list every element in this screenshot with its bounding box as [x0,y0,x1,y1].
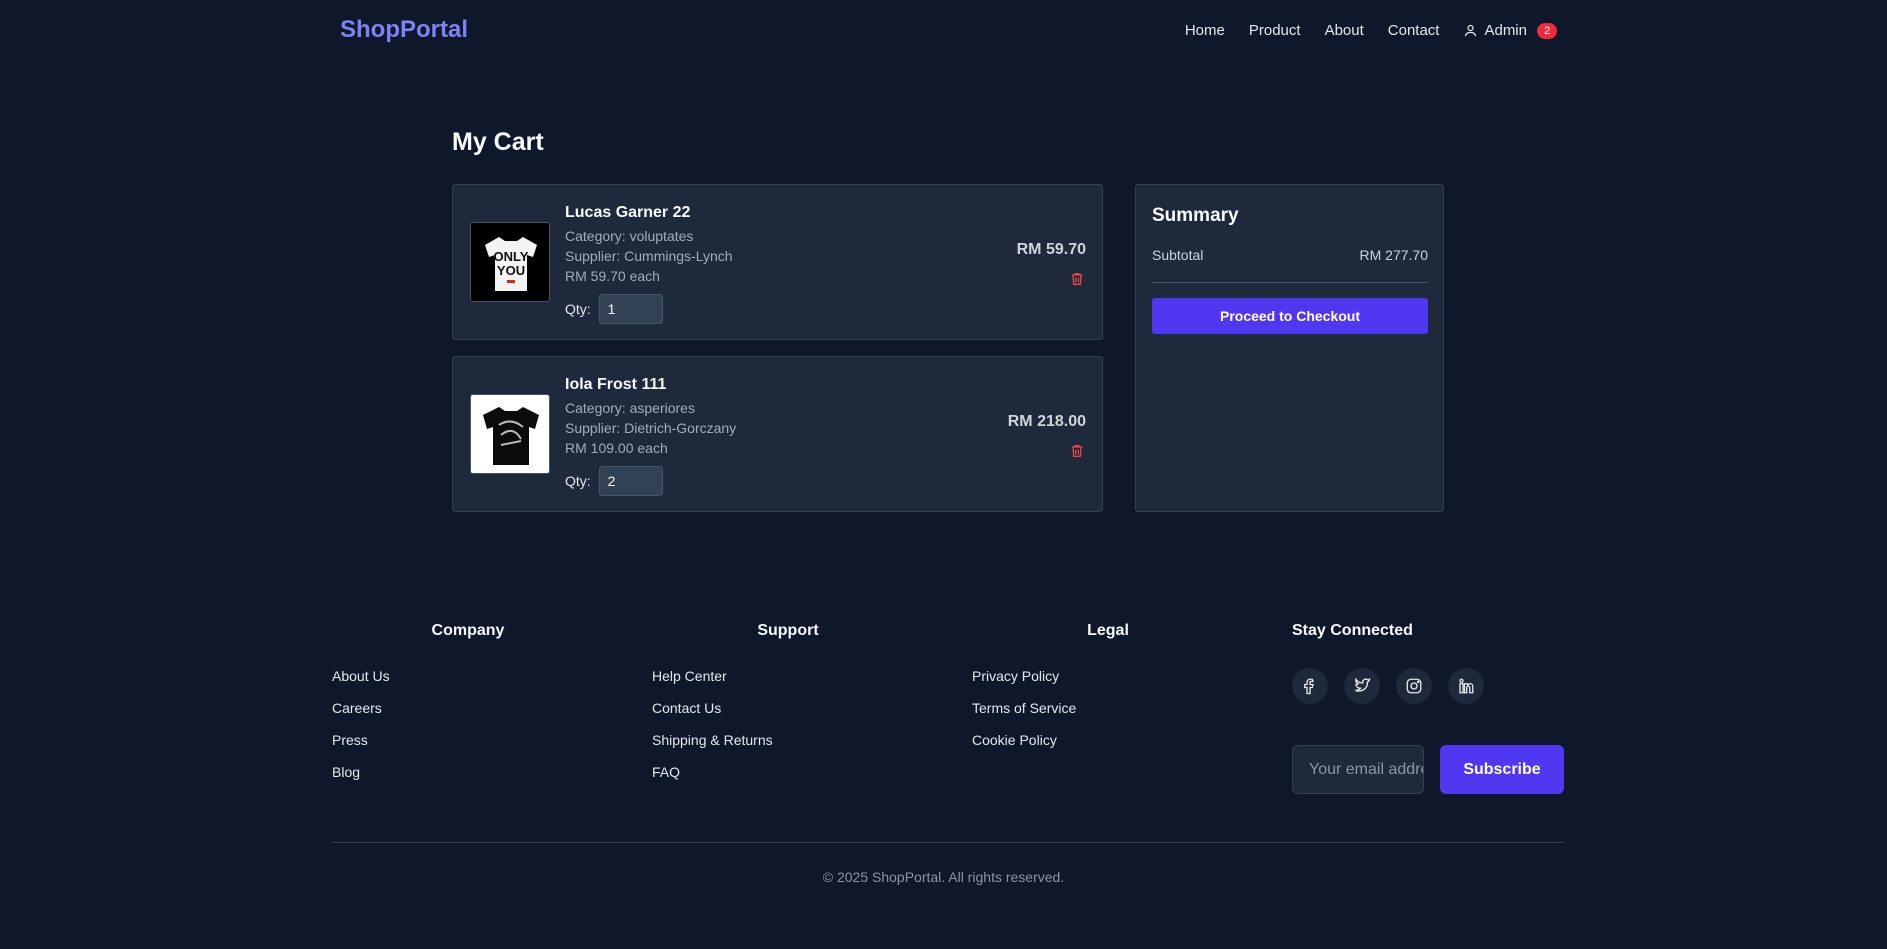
logo[interactable]: ShopPortal [340,16,468,44]
qty-row: Qty: [565,294,733,324]
footer-link-help-center[interactable]: Help Center [652,668,773,700]
nav-product[interactable]: Product [1249,22,1301,39]
nav-home[interactable]: Home [1185,22,1225,39]
summary-title: Summary [1152,205,1239,226]
linkedin-link[interactable] [1448,668,1484,704]
social-links [1292,668,1484,704]
linkedin-icon [1459,678,1474,694]
quantity-input[interactable] [598,466,663,496]
item-name[interactable]: Lucas Garner 22 [565,204,733,222]
nav-links: Home Product About Contact Admin 2 [1185,22,1557,39]
footer-col-title: Legal [1087,622,1129,639]
twitter-link[interactable] [1344,668,1380,704]
footer-link-careers[interactable]: Careers [332,700,390,732]
subtotal-value: RM 277.70 [1359,247,1428,263]
nav-about[interactable]: About [1325,22,1364,39]
line-total: RM 218.00 [1007,413,1086,430]
item-info: Iola Frost 111 Category: asperiores Supp… [565,376,736,496]
subscribe-button[interactable]: Subscribe [1440,745,1564,794]
footer-col-legal: Legal Privacy Policy Terms of Service Co… [972,622,1244,748]
summary-divider [1152,282,1428,283]
item-name[interactable]: Iola Frost 111 [565,376,736,394]
item-category: Category: voluptates [565,228,694,244]
subtotal-label: Subtotal [1152,247,1204,263]
cart-item: ONLY YOU Lucas Garner 22 Category: volup… [452,184,1103,340]
user-icon [1465,24,1477,37]
footer-link-cookie-policy[interactable]: Cookie Policy [972,732,1076,764]
footer-divider [332,842,1564,843]
facebook-link[interactable] [1292,668,1328,704]
newsletter-email-input[interactable] [1292,745,1424,794]
footer-link-terms-of-service[interactable]: Terms of Service [972,700,1076,732]
footer-links: About Us Careers Press Blog [332,668,390,796]
shirt-print-line-2: YOU [497,263,525,278]
copyright: © 2025 ShopPortal. All rights reserved. [822,869,1065,885]
qty-label: Qty: [565,301,591,317]
quantity-input[interactable] [598,294,663,324]
facebook-icon [1304,678,1314,695]
item-unit-price: RM 109.00 each [565,440,668,456]
user-name: Admin [1484,22,1527,39]
footer-col-stay-connected: Stay Connected [1292,622,1413,640]
footer-link-privacy-policy[interactable]: Privacy Policy [972,668,1076,700]
footer-col-title: Company [431,622,505,639]
footer-link-shipping-returns[interactable]: Shipping & Returns [652,732,773,764]
footer-links: Privacy Policy Terms of Service Cookie P… [972,668,1076,764]
subtotal-row: Subtotal RM 277.70 [1152,247,1428,263]
item-info: Lucas Garner 22 Category: voluptates Sup… [565,204,733,324]
footer-link-about-us[interactable]: About Us [332,668,390,700]
order-summary: Summary Subtotal RM 277.70 Proceed to Ch… [1135,184,1444,512]
footer-col-company: Company About Us Careers Press Blog [332,622,604,780]
line-total: RM 59.70 [1016,241,1086,258]
shirt-print-line-1: ONLY [494,249,529,264]
page-title: My Cart [452,128,544,156]
product-image[interactable] [470,394,550,474]
checkout-button[interactable]: Proceed to Checkout [1152,298,1428,334]
footer-links: Help Center Contact Us Shipping & Return… [652,668,773,796]
trash-icon[interactable] [1069,443,1085,459]
item-category: Category: asperiores [565,400,695,416]
qty-row: Qty: [565,466,736,496]
footer-link-contact-us[interactable]: Contact Us [652,700,773,732]
item-unit-price: RM 59.70 each [565,268,660,284]
qty-label: Qty: [565,473,591,489]
instagram-icon [1406,678,1422,694]
nav-contact[interactable]: Contact [1388,22,1440,39]
user-menu[interactable]: Admin 2 [1463,22,1557,39]
footer-col-support: Support Help Center Contact Us Shipping … [652,622,924,780]
cart-item: Iola Frost 111 Category: asperiores Supp… [452,356,1103,512]
footer-link-faq[interactable]: FAQ [652,764,773,796]
footer-link-press[interactable]: Press [332,732,390,764]
trash-icon[interactable] [1069,271,1085,287]
footer-col-title: Support [757,622,819,639]
footer-link-blog[interactable]: Blog [332,764,390,796]
cart-count-badge: 2 [1537,22,1557,39]
item-supplier: Supplier: Dietrich-Gorczany [565,420,737,436]
product-image[interactable]: ONLY YOU [470,222,550,302]
instagram-link[interactable] [1396,668,1432,704]
twitter-icon [1355,677,1371,692]
item-supplier: Supplier: Cummings-Lynch [565,248,733,264]
footer-col-title: Stay Connected [1292,622,1413,639]
navbar: ShopPortal Home Product About Contact Ad… [0,0,1887,64]
